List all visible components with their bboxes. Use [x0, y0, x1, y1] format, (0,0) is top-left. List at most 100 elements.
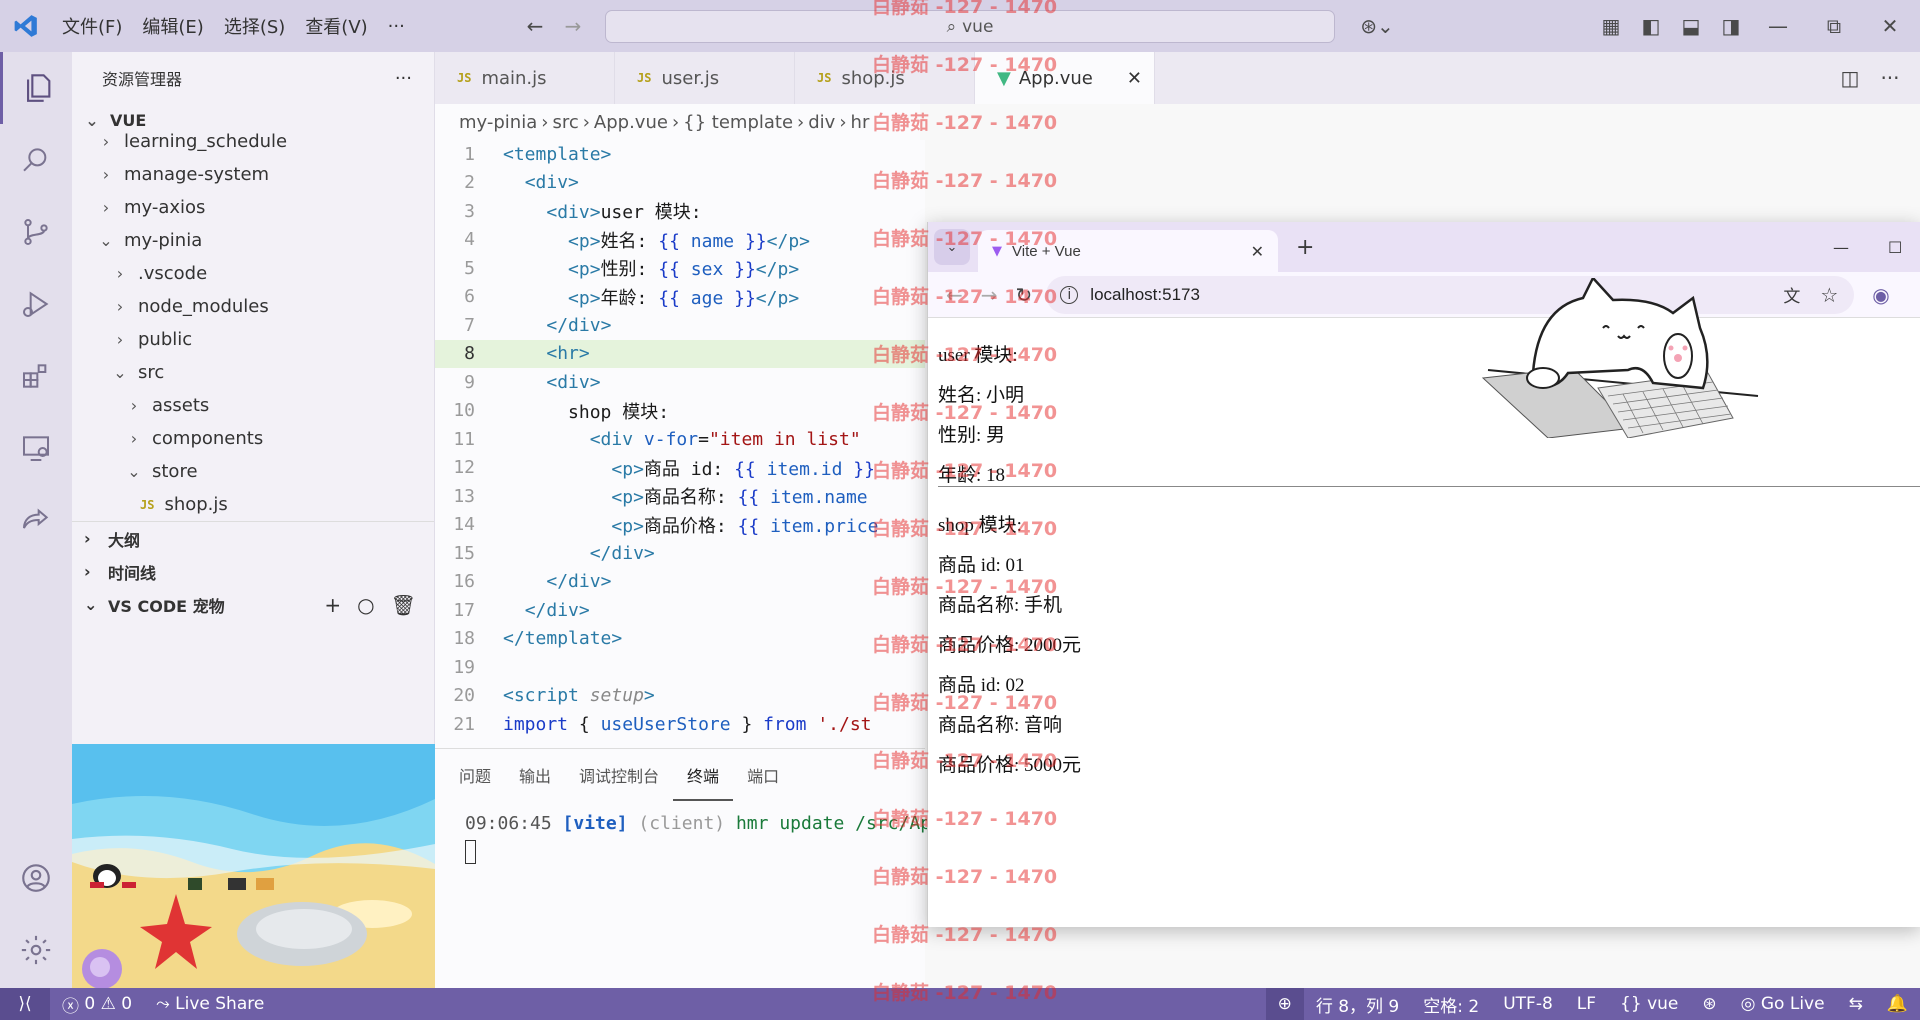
tree-item[interactable]: › manage-system: [72, 158, 434, 191]
menu-item-3[interactable]: 查看(V): [295, 0, 377, 52]
code-line[interactable]: 19: [435, 653, 925, 682]
breadcrumb-item[interactable]: src: [552, 112, 578, 133]
editor-tab[interactable]: JS main.js: [435, 52, 615, 104]
panel-tab[interactable]: 终端: [673, 751, 734, 801]
code-line[interactable]: 18 </template>: [435, 625, 925, 654]
panel-tab[interactable]: 输出: [505, 749, 565, 801]
browser-minimize-icon[interactable]: —: [1833, 238, 1849, 257]
code-line[interactable]: 7 </div>: [435, 311, 925, 340]
toggle-panel-icon[interactable]: ⬓: [1676, 0, 1706, 52]
code-line[interactable]: 12 <p>商品 id: {{ item.id }}: [435, 454, 925, 483]
timeline-section[interactable]: › 时间线: [72, 555, 434, 588]
command-center-search[interactable]: ⌕ vue: [605, 10, 1335, 43]
code-line[interactable]: 20 <script setup>: [435, 682, 925, 711]
code-line[interactable]: 14 <p>商品价格: {{ item.price: [435, 511, 925, 540]
profile-icon[interactable]: ◉: [1872, 283, 1889, 307]
live-share-view-icon[interactable]: [0, 484, 72, 556]
problems-indicator[interactable]: ⓧ 0 ⚠ 0: [50, 988, 144, 1020]
copilot-icon[interactable]: ⊛⌄: [1355, 0, 1399, 52]
forward-icon[interactable]: →: [981, 283, 998, 307]
code-line[interactable]: 2 <div>: [435, 169, 925, 198]
close-tab-icon[interactable]: ✕: [1251, 242, 1264, 261]
code-line[interactable]: 9 <div>: [435, 368, 925, 397]
menu-item-0[interactable]: 文件(F): [52, 0, 132, 52]
nav-back-icon[interactable]: ←: [520, 0, 550, 52]
code-line[interactable]: 10 shop 模块:: [435, 397, 925, 426]
editor-tab[interactable]: ▼ App.vue ✕: [975, 52, 1155, 104]
panel-tab[interactable]: 调试控制台: [565, 749, 673, 801]
breadcrumb-item[interactable]: hr: [851, 112, 870, 133]
translate-icon[interactable]: 文: [1783, 282, 1800, 307]
code-line[interactable]: 5 <p>性别: {{ sex }}</p>: [435, 254, 925, 283]
remote-indicator[interactable]: ⟩⟨: [0, 988, 50, 1020]
breadcrumb-item[interactable]: App.vue: [594, 112, 668, 133]
nav-forward-icon[interactable]: →: [558, 0, 588, 52]
code-line[interactable]: 8 <hr>: [435, 339, 925, 368]
go-live-button[interactable]: ◎ Go Live: [1729, 988, 1837, 1020]
add-pet-icon[interactable]: +: [324, 593, 341, 617]
restore-icon[interactable]: ⧉: [1814, 0, 1854, 52]
toggle-sidebar-icon[interactable]: ◧: [1636, 0, 1666, 52]
editor-tab[interactable]: JS user.js: [615, 52, 795, 104]
panel-tab[interactable]: 问题: [445, 749, 505, 801]
explorer-icon[interactable]: [0, 52, 72, 124]
tree-item[interactable]: ⌄ my-pinia: [72, 224, 434, 257]
outline-section[interactable]: › 大纲: [72, 522, 434, 555]
terminal-output[interactable]: 09:06:45 [vite] (client) hmr update /src…: [435, 801, 985, 864]
copilot-status-icon[interactable]: ⊛: [1690, 988, 1728, 1020]
editor-tab[interactable]: JS shop.js: [795, 52, 975, 104]
code-line[interactable]: 6 <p>年龄: {{ age }}</p>: [435, 283, 925, 312]
browser-maximize-icon[interactable]: ☐: [1888, 238, 1902, 257]
zoom-icon[interactable]: ⊕: [1265, 988, 1304, 1020]
code-line[interactable]: 11 <div v-for="item in list": [435, 425, 925, 454]
code-line[interactable]: 1 <template>: [435, 140, 925, 169]
menu-item-4[interactable]: ···: [378, 0, 415, 52]
live-share-button[interactable]: ⤳ Live Share: [144, 988, 276, 1020]
tree-item[interactable]: › .vscode: [72, 257, 434, 290]
close-window-icon[interactable]: ✕: [1870, 0, 1910, 52]
breadcrumb-item[interactable]: div: [808, 112, 835, 133]
language-mode[interactable]: {} vue: [1608, 988, 1690, 1020]
reload-icon[interactable]: ↻: [1016, 283, 1033, 307]
pets-section[interactable]: ⌄ VS CODE 宠物 + ○ 🗑: [72, 588, 434, 621]
tree-item[interactable]: › assets: [72, 389, 434, 422]
bookmark-star-icon[interactable]: ☆: [1820, 283, 1838, 307]
code-line[interactable]: 13 <p>商品名称: {{ item.name: [435, 482, 925, 511]
code-line[interactable]: 4 <p>姓名: {{ name }}</p>: [435, 226, 925, 255]
code-line[interactable]: 21 import { useUserStore } from './st: [435, 710, 925, 739]
run-debug-icon[interactable]: [0, 268, 72, 340]
tree-item[interactable]: › public: [72, 323, 434, 356]
ball-icon[interactable]: ○: [357, 593, 374, 617]
code-line[interactable]: 15 </div>: [435, 539, 925, 568]
close-tab-icon[interactable]: ✕: [1127, 68, 1142, 89]
toggle-secondary-sidebar-icon[interactable]: ◨: [1716, 0, 1746, 52]
tree-item[interactable]: › node_modules: [72, 290, 434, 323]
split-editor-icon[interactable]: ◫: [1830, 52, 1870, 104]
search-view-icon[interactable]: [0, 124, 72, 196]
site-info-icon[interactable]: i: [1060, 285, 1079, 304]
account-icon[interactable]: [0, 842, 72, 914]
cursor-position[interactable]: 行 8，列 9: [1304, 988, 1411, 1020]
breadcrumb-item[interactable]: my-pinia: [459, 112, 537, 133]
layout-customize-icon[interactable]: ▦: [1596, 0, 1626, 52]
settings-gear-icon[interactable]: [0, 914, 72, 986]
end-of-line[interactable]: LF: [1565, 988, 1608, 1020]
source-control-icon[interactable]: [0, 196, 72, 268]
tab-search-icon[interactable]: ⌄: [934, 229, 970, 265]
back-icon[interactable]: ←: [946, 283, 963, 307]
indentation[interactable]: 空格: 2: [1411, 988, 1491, 1020]
menu-item-1[interactable]: 编辑(E): [132, 0, 213, 52]
menu-item-2[interactable]: 选择(S): [214, 0, 295, 52]
new-tab-icon[interactable]: +: [1296, 235, 1314, 260]
breadcrumb-item[interactable]: {} template: [683, 112, 793, 133]
trash-icon[interactable]: 🗑: [391, 593, 416, 617]
notifications-bell-icon[interactable]: 🔔: [1875, 988, 1920, 1020]
code-line[interactable]: 17 </div>: [435, 596, 925, 625]
sync-icon[interactable]: ⇆: [1837, 988, 1875, 1020]
tree-item[interactable]: JS shop.js: [72, 488, 434, 521]
panel-tab[interactable]: 端口: [733, 749, 793, 801]
extensions-icon[interactable]: [0, 340, 72, 412]
tree-item[interactable]: ⌄ store: [72, 455, 434, 488]
tree-item[interactable]: › my-axios: [72, 191, 434, 224]
more-actions-icon[interactable]: ···: [395, 68, 412, 89]
